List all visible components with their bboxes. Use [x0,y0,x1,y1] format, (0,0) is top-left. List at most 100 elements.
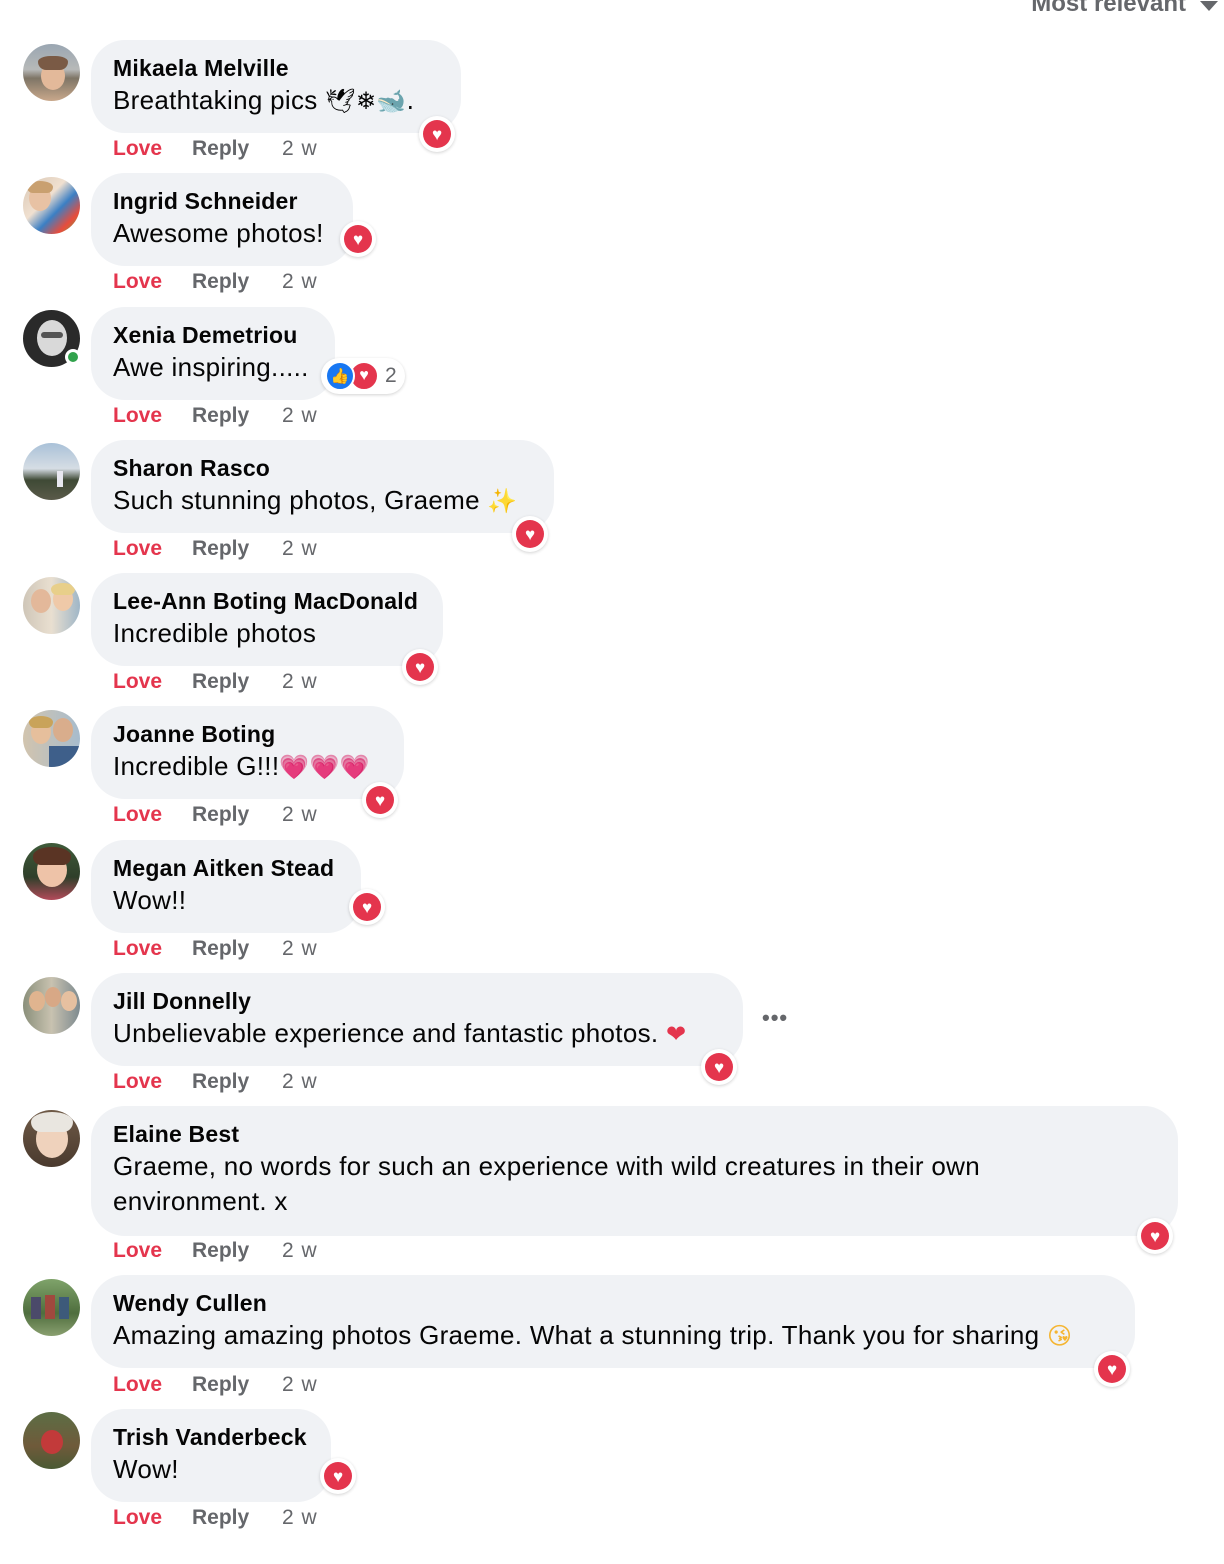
comment-actions: Love Reply 2 w [113,803,318,827]
comment-bubble: Xenia Demetriou Awe inspiring..... [91,307,335,400]
heart-icon: ♥ [705,1053,733,1081]
comment-text: Unbelievable experience and fantastic ph… [113,1018,687,1048]
love-button[interactable]: Love [113,1506,192,1530]
comment-text: Awesome photos! [113,218,324,248]
timestamp[interactable]: 2 w [282,937,318,961]
reaction-badge[interactable]: ♥ [362,782,398,818]
reaction-badge[interactable]: ♥ [349,889,385,925]
commenter-name[interactable]: Megan Aitken Stead [113,853,339,883]
reaction-badge[interactable]: ♥ [320,1458,356,1494]
comment-bubble: Joanne Boting Incredible G!!!💗💗💗 [91,706,404,799]
reaction-badge[interactable]: ♥ [402,649,438,685]
reply-button[interactable]: Reply [192,803,282,827]
reply-button[interactable]: Reply [192,1506,282,1530]
love-button[interactable]: Love [113,537,192,561]
reply-button[interactable]: Reply [192,404,282,428]
reaction-badge[interactable]: ♥ [1094,1351,1130,1387]
comment-actions: Love Reply 2 w [113,1239,318,1263]
chevron-down-icon [1200,1,1218,11]
timestamp[interactable]: 2 w [282,1070,318,1094]
commenter-name[interactable]: Joanne Boting [113,719,382,749]
comment-actions: Love Reply 2 w [113,537,318,561]
avatar[interactable] [23,577,80,634]
love-button[interactable]: Love [113,937,192,961]
more-options-icon[interactable]: ••• [762,1005,788,1031]
timestamp[interactable]: 2 w [282,537,318,561]
avatar[interactable] [23,843,80,900]
love-button[interactable]: Love [113,803,192,827]
emoji: 🕊❄🐋. [325,87,415,115]
commenter-name[interactable]: Ingrid Schneider [113,186,331,216]
reaction-summary[interactable]: 👍 ♥ 2 [321,358,405,394]
timestamp[interactable]: 2 w [282,270,318,294]
commenter-name[interactable]: Jill Donnelly [113,986,721,1016]
avatar[interactable] [23,310,81,367]
timestamp[interactable]: 2 w [282,670,318,694]
sparkles-emoji: ✨ [487,487,518,515]
kiss-face-emoji: 😘 [1046,1322,1073,1350]
red-heart-emoji: ❤ [665,1020,687,1048]
comment-bubble: Megan Aitken Stead Wow!! [91,840,361,933]
comment-text: Wow!! [113,885,187,915]
reply-button[interactable]: Reply [192,670,282,694]
sort-dropdown[interactable]: Most relevant [1031,0,1218,18]
love-button[interactable]: Love [113,1373,192,1397]
commenter-name[interactable]: Trish Vanderbeck [113,1422,309,1452]
comment-bubble: Wendy Cullen Amazing amazing photos Grae… [91,1275,1135,1368]
reaction-badge[interactable]: ♥ [1137,1218,1173,1254]
avatar[interactable] [23,443,80,500]
commenter-name[interactable]: Wendy Cullen [113,1288,1113,1318]
timestamp[interactable]: 2 w [282,1506,318,1530]
sort-label: Most relevant [1031,0,1186,17]
reply-button[interactable]: Reply [192,1239,282,1263]
reply-button[interactable]: Reply [192,137,282,161]
comment-text: Such stunning photos, Graeme ✨ [113,485,518,515]
love-button[interactable]: Love [113,670,192,694]
online-status-indicator [65,349,81,365]
love-button[interactable]: Love [113,270,192,294]
comment-actions: Love Reply 2 w [113,270,318,294]
heart-icon: ♥ [324,1462,352,1490]
love-button[interactable]: Love [113,137,192,161]
avatar[interactable] [23,44,80,101]
reply-button[interactable]: Reply [192,270,282,294]
timestamp[interactable]: 2 w [282,1373,318,1397]
comment-text: Graeme, no words for such an experience … [113,1151,980,1216]
comment-text: Wow! [113,1454,179,1484]
avatar[interactable] [23,977,80,1034]
reply-button[interactable]: Reply [192,537,282,561]
comment-text: Amazing amazing photos Graeme. What a st… [113,1320,1073,1350]
commenter-name[interactable]: Elaine Best [113,1119,1156,1149]
comment-bubble: Sharon Rasco Such stunning photos, Graem… [91,440,554,533]
avatar[interactable] [23,177,80,234]
timestamp[interactable]: 2 w [282,1239,318,1263]
timestamp[interactable]: 2 w [282,404,318,428]
reaction-badge[interactable]: ♥ [512,516,548,552]
heart-icon: ♥ [353,893,381,921]
heart-icon: ♥ [1098,1355,1126,1383]
reaction-badge[interactable]: ♥ [701,1049,737,1085]
reaction-badge[interactable]: ♥ [419,116,455,152]
reply-button[interactable]: Reply [192,937,282,961]
avatar[interactable] [23,1279,80,1336]
avatar[interactable] [23,710,80,767]
comment-text: Incredible photos [113,618,317,648]
comment-bubble: Trish Vanderbeck Wow! [91,1409,331,1502]
commenter-name[interactable]: Lee-Ann Boting MacDonald [113,586,421,616]
reply-button[interactable]: Reply [192,1070,282,1094]
comment-text: Awe inspiring..... [113,352,309,382]
love-button[interactable]: Love [113,1070,192,1094]
commenter-name[interactable]: Sharon Rasco [113,453,532,483]
comment-actions: Love Reply 2 w [113,1070,318,1094]
timestamp[interactable]: 2 w [282,137,318,161]
commenter-name[interactable]: Mikaela Melville [113,53,439,83]
reaction-badge[interactable]: ♥ [340,221,376,257]
timestamp[interactable]: 2 w [282,803,318,827]
commenter-name[interactable]: Xenia Demetriou [113,320,313,350]
avatar[interactable] [23,1110,80,1167]
reply-button[interactable]: Reply [192,1373,282,1397]
love-button[interactable]: Love [113,1239,192,1263]
avatar[interactable] [23,1412,80,1469]
reaction-count: 2 [385,364,397,387]
love-button[interactable]: Love [113,404,192,428]
